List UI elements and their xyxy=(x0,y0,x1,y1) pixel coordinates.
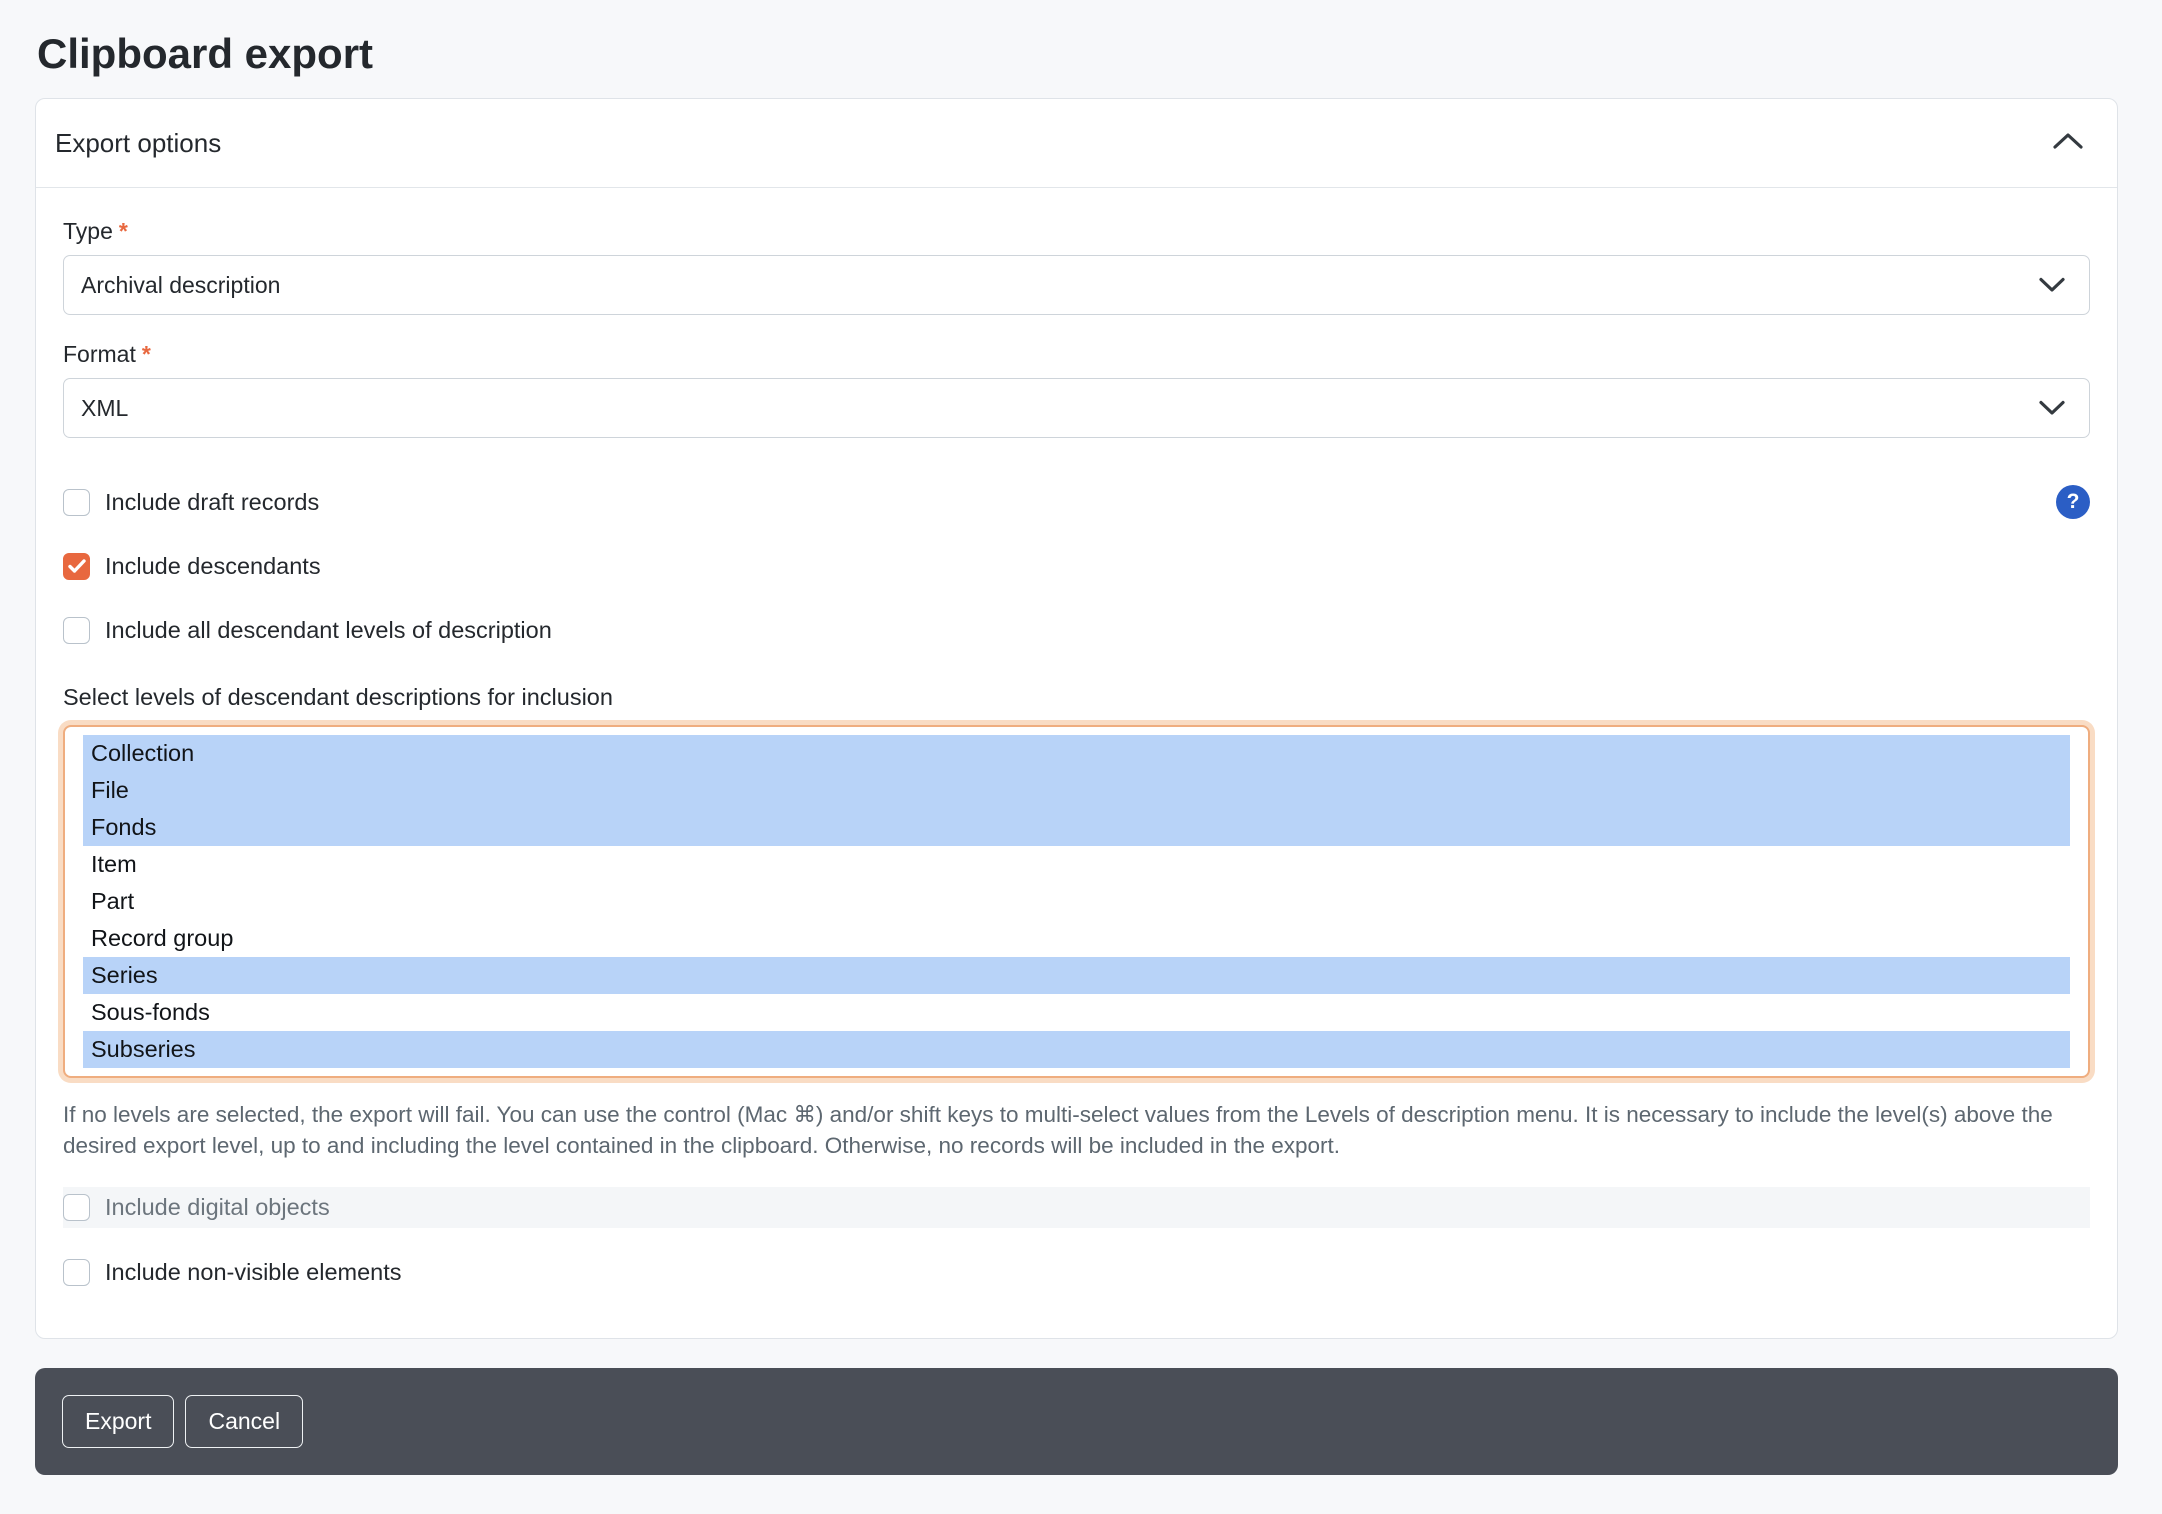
level-option[interactable]: Subseries xyxy=(83,1031,2070,1068)
include-all-descendant-levels-label: Include all descendant levels of descrip… xyxy=(105,617,552,644)
type-label-text: Type xyxy=(63,218,113,244)
level-option[interactable]: Collection xyxy=(83,735,2070,772)
export-options-panel: Export options Type* Archival descriptio… xyxy=(35,98,2118,1339)
levels-help-text: If no levels are selected, the export wi… xyxy=(63,1099,2090,1161)
format-label-text: Format xyxy=(63,341,136,367)
include-descendants-checkbox[interactable] xyxy=(63,553,90,580)
level-option[interactable]: Series xyxy=(83,957,2070,994)
export-button[interactable]: Export xyxy=(62,1395,174,1448)
include-digital-objects-row: Include digital objects xyxy=(63,1187,2090,1228)
clipboard-export-page: Clipboard export Export options Type* Ar… xyxy=(0,0,2162,1514)
include-draft-records-label: Include draft records xyxy=(105,489,319,516)
chevron-up-icon[interactable] xyxy=(2053,132,2083,155)
level-option[interactable]: Part xyxy=(83,883,2070,920)
export-options-title: Export options xyxy=(55,128,221,159)
type-select[interactable]: Archival description xyxy=(63,255,2090,315)
levels-select-label: Select levels of descendant descriptions… xyxy=(63,684,2090,711)
page-title: Clipboard export xyxy=(37,30,2118,78)
format-select[interactable]: XML xyxy=(63,378,2090,438)
format-select-value: XML xyxy=(81,395,128,422)
include-draft-records-checkbox[interactable] xyxy=(63,489,90,516)
cancel-button[interactable]: Cancel xyxy=(185,1395,303,1448)
include-non-visible-elements-label: Include non-visible elements xyxy=(105,1259,402,1286)
include-all-descendant-levels-checkbox[interactable] xyxy=(63,617,90,644)
include-descendants-row: Include descendants xyxy=(63,548,2090,584)
level-option[interactable]: File xyxy=(83,772,2070,809)
levels-listbox[interactable]: CollectionFileFondsItemPartRecord groupS… xyxy=(63,725,2090,1078)
type-select-value: Archival description xyxy=(81,272,280,299)
required-asterisk: * xyxy=(142,341,151,367)
include-descendants-label: Include descendants xyxy=(105,553,321,580)
include-digital-objects-checkbox[interactable] xyxy=(63,1194,90,1221)
level-option[interactable]: Sous-fonds xyxy=(83,994,2070,1031)
action-bar: Export Cancel xyxy=(35,1368,2118,1475)
level-option[interactable]: Item xyxy=(83,846,2070,883)
format-label: Format* xyxy=(63,341,2090,368)
help-icon[interactable]: ? xyxy=(2056,485,2090,519)
chevron-down-icon xyxy=(2039,395,2065,422)
type-label: Type* xyxy=(63,218,2090,245)
chevron-down-icon xyxy=(2039,272,2065,299)
include-non-visible-elements-row: Include non-visible elements xyxy=(63,1254,2090,1290)
include-all-descendant-levels-row: Include all descendant levels of descrip… xyxy=(63,612,2090,648)
include-non-visible-elements-checkbox[interactable] xyxy=(63,1259,90,1286)
export-options-header[interactable]: Export options xyxy=(36,99,2117,188)
include-draft-records-row: Include draft records ? xyxy=(63,484,2090,520)
level-option[interactable]: Fonds xyxy=(83,809,2070,846)
level-option[interactable]: Record group xyxy=(83,920,2070,957)
export-options-body: Type* Archival description Format* XML xyxy=(36,188,2117,1338)
include-digital-objects-label: Include digital objects xyxy=(105,1194,330,1221)
required-asterisk: * xyxy=(119,218,128,244)
